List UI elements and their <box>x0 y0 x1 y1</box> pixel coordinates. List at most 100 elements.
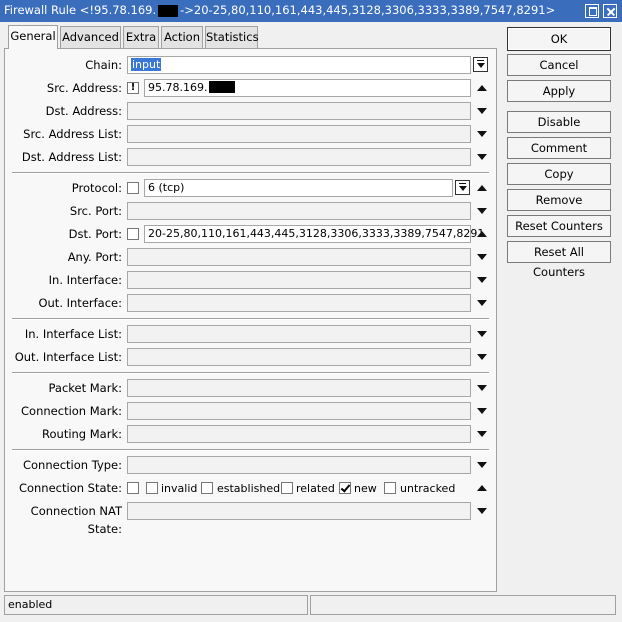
state-untracked-checkbox[interactable] <box>384 482 396 494</box>
protocol-value: 6 (tcp) <box>148 181 185 194</box>
protocol-field[interactable]: 6 (tcp) <box>144 179 453 197</box>
in-interface-list-label: In. Interface List: <box>24 327 122 341</box>
protocol-label: Protocol: <box>71 181 122 195</box>
src-port-label: Src. Port: <box>69 204 122 218</box>
src-address-field[interactable]: 95.78.169. <box>144 79 471 97</box>
window-title-suffix: ->20-25,80,110,161,443,445,3128,3306,333… <box>180 3 556 17</box>
connection-nat-state-expand-icon[interactable] <box>477 508 487 514</box>
connection-nat-state-label: Connection NAT State: <box>30 504 122 536</box>
state-related-label: related <box>296 482 335 495</box>
separator <box>12 172 489 174</box>
dst-address-list-field[interactable] <box>127 148 471 166</box>
title-bar[interactable]: Firewall Rule <!95.78.169. ->20-25,80,110… <box>0 0 622 22</box>
state-established-checkbox[interactable] <box>201 482 213 494</box>
dst-port-collapse-icon[interactable] <box>477 231 487 237</box>
routing-mark-expand-icon[interactable] <box>477 431 487 437</box>
out-interface-expand-icon[interactable] <box>477 300 487 306</box>
connection-nat-state-field[interactable] <box>127 502 471 520</box>
chain-label: Chain: <box>85 58 122 72</box>
close-icon[interactable] <box>603 4 617 18</box>
src-port-field[interactable] <box>127 202 471 220</box>
protocol-dropdown-icon[interactable] <box>455 180 470 195</box>
redaction-block <box>209 81 236 95</box>
connection-type-field[interactable] <box>127 456 471 474</box>
out-interface-list-label: Out. Interface List: <box>14 350 122 364</box>
tab-statistics[interactable]: Statistics <box>205 26 259 48</box>
packet-mark-label: Packet Mark: <box>48 381 122 395</box>
in-interface-label: In. Interface: <box>48 273 122 287</box>
dst-address-field[interactable] <box>127 102 471 120</box>
separator <box>12 372 489 374</box>
cancel-button[interactable]: Cancel <box>507 54 611 76</box>
routing-mark-field[interactable] <box>127 425 471 443</box>
comment-button[interactable]: Comment <box>507 137 611 159</box>
reset-all-counters-button[interactable]: Reset All Counters <box>507 241 611 279</box>
src-address-value: 95.78.169. <box>148 81 208 94</box>
window-title: Firewall Rule <!95.78.169. ->20-25,80,110… <box>4 3 555 17</box>
dst-port-value: 20-25,80,110,161,443,445,3128,3306,3333,… <box>148 227 485 240</box>
state-new-checkbox[interactable] <box>339 482 351 494</box>
out-interface-list-field[interactable] <box>127 348 471 366</box>
chain-field[interactable]: input <box>127 56 471 74</box>
routing-mark-label: Routing Mark: <box>42 427 122 441</box>
dst-address-list-label: Dst. Address List: <box>21 150 122 164</box>
in-interface-list-field[interactable] <box>127 325 471 343</box>
packet-mark-field[interactable] <box>127 379 471 397</box>
disable-button[interactable]: Disable <box>507 111 611 133</box>
state-established-label: established <box>217 482 281 495</box>
src-address-collapse-icon[interactable] <box>477 85 487 91</box>
dst-port-field[interactable]: 20-25,80,110,161,443,445,3128,3306,3333,… <box>144 225 484 243</box>
remove-button[interactable]: Remove <box>507 189 611 211</box>
window-title-prefix: Firewall Rule <!95.78.169. <box>4 3 157 17</box>
copy-button[interactable]: Copy <box>507 163 611 185</box>
any-port-expand-icon[interactable] <box>477 254 487 260</box>
connection-state-negate-checkbox[interactable] <box>127 482 139 494</box>
out-interface-field[interactable] <box>127 294 471 312</box>
apply-button[interactable]: Apply <box>507 80 611 102</box>
out-interface-list-expand-icon[interactable] <box>477 354 487 360</box>
connection-type-label: Connection Type: <box>22 458 122 472</box>
connection-mark-expand-icon[interactable] <box>477 408 487 414</box>
status-enabled: enabled <box>4 595 308 615</box>
state-untracked-label: untracked <box>400 482 456 495</box>
state-related-checkbox[interactable] <box>281 482 293 494</box>
chain-dropdown-icon[interactable] <box>473 57 488 72</box>
separator <box>12 318 489 320</box>
protocol-collapse-icon[interactable] <box>477 185 487 191</box>
packet-mark-expand-icon[interactable] <box>477 385 487 391</box>
src-address-list-expand-icon[interactable] <box>477 131 487 137</box>
tab-general[interactable]: General <box>8 25 58 49</box>
chain-value: input <box>131 58 162 71</box>
in-interface-list-expand-icon[interactable] <box>477 331 487 337</box>
dst-address-label: Dst. Address: <box>45 104 122 118</box>
tab-extra[interactable]: Extra <box>123 26 159 48</box>
dst-address-expand-icon[interactable] <box>477 108 487 114</box>
src-address-list-label: Src. Address List: <box>23 127 122 141</box>
in-interface-expand-icon[interactable] <box>477 277 487 283</box>
src-address-negate-checkbox[interactable]: ! <box>127 82 139 94</box>
protocol-negate-checkbox[interactable] <box>127 182 139 194</box>
any-port-label: Any. Port: <box>67 250 122 264</box>
src-port-expand-icon[interactable] <box>477 208 487 214</box>
src-address-list-field[interactable] <box>127 125 471 143</box>
maximize-icon[interactable] <box>585 4 599 18</box>
connection-state-label: Connection State: <box>18 481 122 495</box>
separator <box>12 449 489 451</box>
out-interface-label: Out. Interface: <box>38 296 122 310</box>
dst-address-list-expand-icon[interactable] <box>477 154 487 160</box>
tab-action[interactable]: Action <box>161 26 203 48</box>
in-interface-field[interactable] <box>127 271 471 289</box>
state-invalid-checkbox[interactable] <box>146 482 158 494</box>
reset-counters-button[interactable]: Reset Counters <box>507 215 611 237</box>
redaction-block <box>158 4 179 17</box>
connection-mark-field[interactable] <box>127 402 471 420</box>
connection-state-collapse-icon[interactable] <box>477 485 487 491</box>
ok-button[interactable]: OK <box>507 27 611 51</box>
any-port-field[interactable] <box>127 248 471 266</box>
connection-type-expand-icon[interactable] <box>477 462 487 468</box>
status-right <box>310 595 616 615</box>
dst-port-negate-checkbox[interactable] <box>127 228 139 240</box>
state-new-label: new <box>354 482 377 495</box>
tab-advanced[interactable]: Advanced <box>60 26 121 48</box>
src-address-label: Src. Address: <box>46 81 122 95</box>
